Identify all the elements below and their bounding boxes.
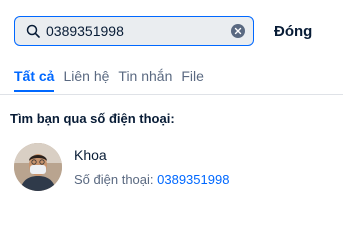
tab-all[interactable]: Tất cả <box>14 68 55 92</box>
search-tabs: Tất cả Liên hệ Tin nhắn File <box>14 68 213 92</box>
search-result-item[interactable]: Khoa Số điện thoại: 0389351998 <box>14 143 229 191</box>
search-row: Đóng <box>14 15 343 47</box>
section-title: Tìm bạn qua số điện thoại: <box>10 111 175 126</box>
search-input[interactable] <box>46 23 231 39</box>
search-icon <box>25 24 40 39</box>
clear-icon[interactable] <box>231 24 245 38</box>
result-phone: Số điện thoại: 0389351998 <box>74 172 229 187</box>
search-box[interactable] <box>14 16 254 46</box>
tab-files[interactable]: File <box>181 68 204 92</box>
phone-label: Số điện thoại: <box>74 172 158 187</box>
tab-messages[interactable]: Tin nhắn <box>118 68 172 92</box>
result-name: Khoa <box>74 147 107 163</box>
result-info: Khoa Số điện thoại: 0389351998 <box>74 147 229 187</box>
tab-contacts[interactable]: Liên hệ <box>63 68 109 92</box>
phone-number: 0389351998 <box>157 172 230 187</box>
avatar <box>14 143 62 191</box>
close-button[interactable]: Đóng <box>274 23 312 40</box>
divider <box>0 94 343 95</box>
